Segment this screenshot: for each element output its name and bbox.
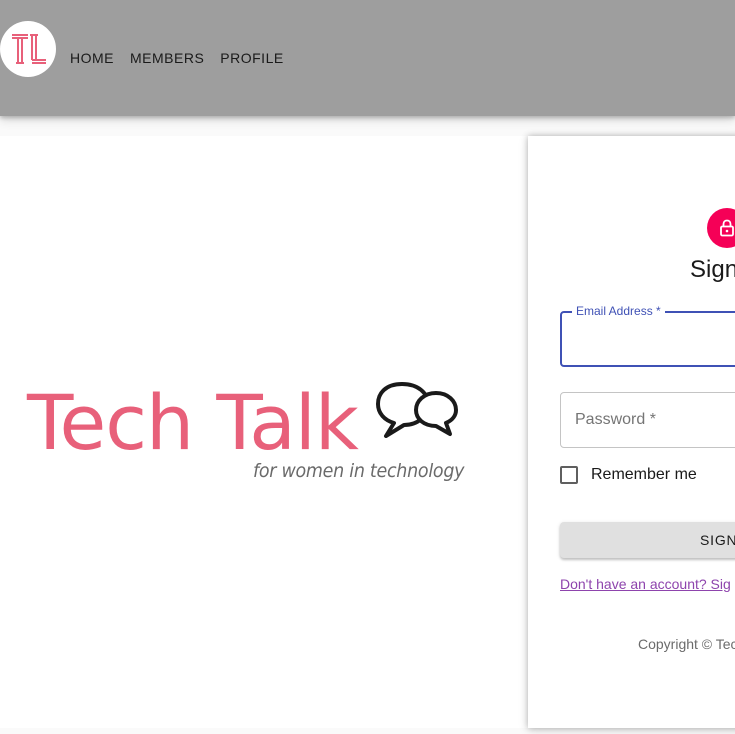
nav-members[interactable]: MEMBERS <box>130 49 212 67</box>
main-nav: HOME MEMBERS PROFILE <box>70 49 300 67</box>
speech-bubbles-icon <box>376 382 458 438</box>
remember-label: Remember me <box>591 466 697 483</box>
signin-panel: Sign Email Address * Password * Remember… <box>528 136 735 728</box>
top-app-bar: HOME MEMBERS PROFILE <box>0 0 735 116</box>
remember-me[interactable]: Remember me <box>560 466 697 484</box>
signin-button[interactable]: SIGN <box>560 522 735 558</box>
email-field[interactable]: Email Address * <box>560 304 735 367</box>
lock-avatar <box>707 208 735 248</box>
lock-icon <box>720 219 734 237</box>
copyright-text: Copyright © Tec <box>638 636 735 652</box>
nav-home[interactable]: HOME <box>70 49 122 67</box>
password-input[interactable] <box>561 393 735 447</box>
remember-checkbox[interactable] <box>560 466 578 484</box>
signup-link[interactable]: Don't have an account? Sig <box>560 576 731 592</box>
tl-monogram-icon <box>12 34 46 64</box>
signin-heading: Sign <box>690 256 735 283</box>
email-input[interactable] <box>562 313 735 365</box>
brand-tagline: for women in technology <box>253 460 465 482</box>
brand-logo: Tech Talk for women in technology <box>27 378 467 488</box>
nav-profile[interactable]: PROFILE <box>220 49 291 67</box>
password-field[interactable]: Password * <box>560 392 735 448</box>
brand-title: Tech Talk <box>27 378 359 467</box>
site-logo[interactable] <box>0 21 56 77</box>
